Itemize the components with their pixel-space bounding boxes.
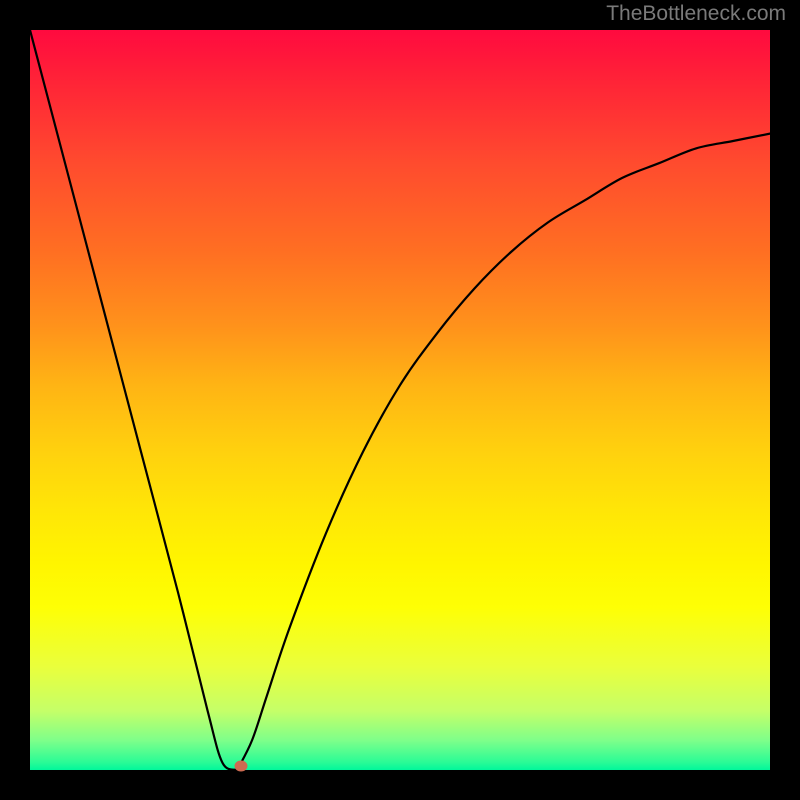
bottleneck-curve xyxy=(30,30,770,770)
watermark-text: TheBottleneck.com xyxy=(606,2,786,26)
optimal-point-marker xyxy=(234,760,247,771)
chart-frame: TheBottleneck.com xyxy=(0,0,800,800)
chart-plot-area xyxy=(30,30,770,770)
